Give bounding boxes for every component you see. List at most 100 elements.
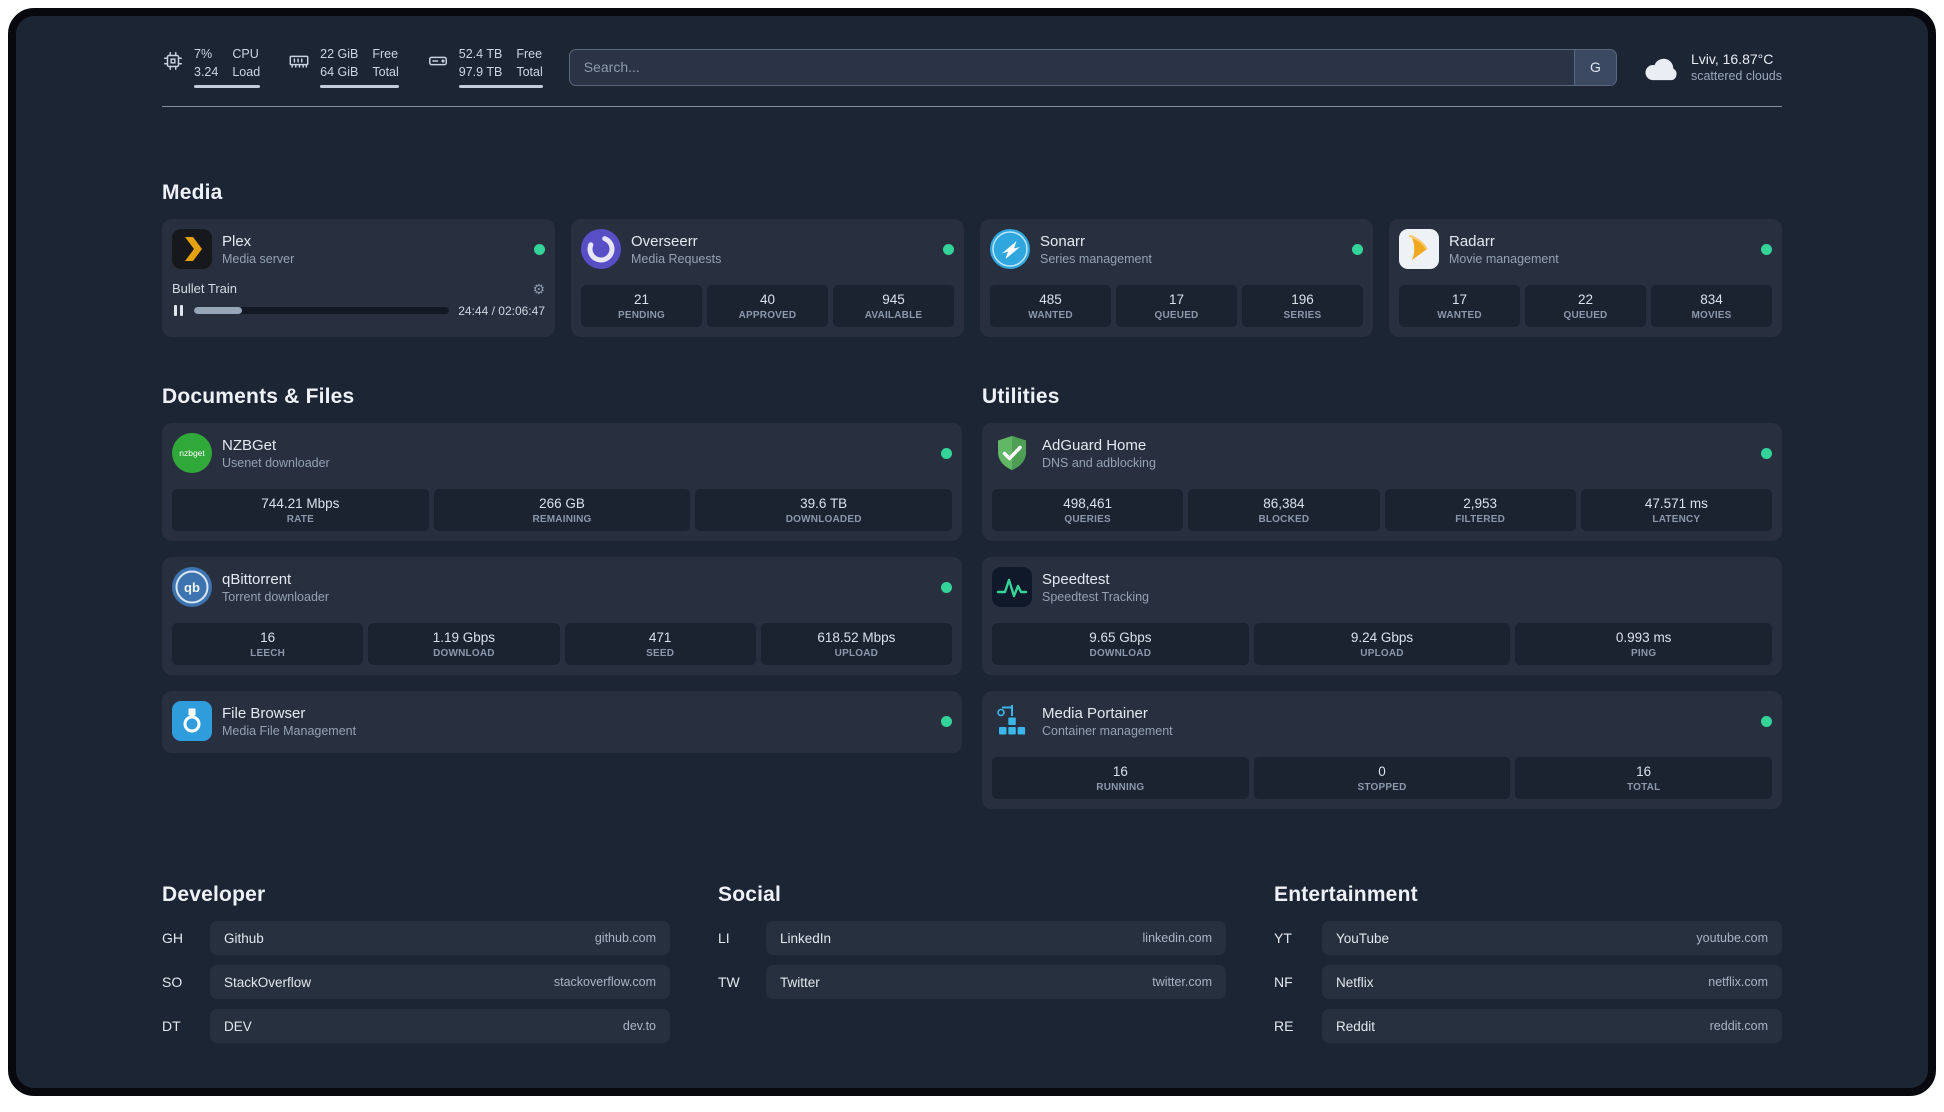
service-stats: 485 WANTED 17 QUEUED 196 SERIES: [990, 285, 1363, 327]
bookmark-name: YouTube: [1336, 930, 1390, 946]
stat-value: 16: [1636, 764, 1652, 779]
cpu-icon: [162, 50, 184, 72]
bookmark-dev[interactable]: DEV dev.to: [210, 1009, 670, 1043]
bookmark-url: netflix.com: [1708, 975, 1768, 989]
service-card-speedtest[interactable]: Speedtest Speedtest Tracking 9.65 Gbps D…: [982, 557, 1782, 675]
stat-tile: 16 LEECH: [172, 623, 364, 665]
plex-now-playing: Bullet Train ⚙ 24:44 / 02:06:47: [172, 281, 545, 318]
topbar: 7% 3.24 CPU Load 22 GiB 64 GiB Free Tota…: [162, 46, 1782, 88]
stat-label: STOPPED: [1357, 782, 1407, 793]
stat-value: 17: [1168, 292, 1185, 307]
bookmark-reddit[interactable]: Reddit reddit.com: [1322, 1009, 1782, 1043]
bookmark-abbr: YT: [1274, 930, 1292, 946]
bookmark-row: RE Reddit reddit.com: [1274, 1009, 1782, 1043]
service-card-adguard[interactable]: AdGuard Home DNS and adblocking 498,461 …: [982, 423, 1782, 541]
status-dot: [1761, 447, 1772, 459]
pause-icon[interactable]: [172, 303, 185, 318]
bookmark-url: linkedin.com: [1142, 931, 1212, 945]
bookmark-group-developer: Developer GH Github github.com SO StackO…: [162, 883, 670, 1043]
bookmark-twitter[interactable]: Twitter twitter.com: [766, 965, 1226, 999]
search-provider-button[interactable]: G: [1573, 49, 1616, 85]
service-card-nzbget[interactable]: nzbget NZBGet Usenet downloader 744.21 M…: [162, 423, 962, 541]
service-subtitle: DNS and adblocking: [1042, 455, 1156, 470]
service-card-filebrowser[interactable]: File Browser Media File Management: [162, 691, 962, 753]
bookmark-row: LI LinkedIn linkedin.com: [718, 921, 1226, 955]
plex-icon: [172, 229, 212, 269]
service-card-qbittorrent[interactable]: qb qBittorrent Torrent downloader 16 LEE…: [162, 557, 962, 675]
stat-value: 17: [1451, 292, 1468, 307]
section-utilities: Utilities AdGuard Home DNS and adblockin…: [982, 385, 1782, 809]
memory-progress-bar: [320, 85, 399, 88]
stat-tile: 39.6 TB DOWNLOADED: [695, 489, 953, 531]
bookmark-name: StackOverflow: [224, 974, 312, 990]
stat-label: RATE: [286, 514, 314, 525]
stat-label: LEECH: [250, 648, 286, 659]
status-dot: [1352, 243, 1363, 255]
stat-value: 618.52 Mbps: [817, 630, 896, 645]
search-input[interactable]: [569, 49, 1574, 85]
stat-label: PING: [1631, 648, 1657, 659]
bookmark-netflix[interactable]: Netflix netflix.com: [1322, 965, 1782, 999]
bookmark-linkedin[interactable]: LinkedIn linkedin.com: [766, 921, 1226, 955]
stat-label: RUNNING: [1096, 782, 1145, 793]
stat-label: WANTED: [1437, 310, 1482, 321]
stat-label: DOWNLOAD: [433, 648, 495, 659]
bookmark-abbr: RE: [1274, 1018, 1294, 1034]
stat-label: BLOCKED: [1258, 514, 1310, 525]
bookmark-github[interactable]: Github github.com: [210, 921, 670, 955]
service-name: qBittorrent: [222, 570, 292, 588]
svg-text:qb: qb: [184, 580, 200, 595]
gear-icon[interactable]: ⚙: [532, 282, 545, 296]
playback-time: 24:44 / 02:06:47: [458, 303, 545, 318]
service-stats: 16 RUNNING 0 STOPPED 16 TOTAL: [992, 757, 1773, 799]
cpu-widget: 7% 3.24 CPU Load: [162, 46, 261, 88]
stat-value: 47.571 ms: [1644, 496, 1708, 511]
weather-location: Lviv, 16.87°C: [1690, 51, 1774, 67]
stat-tile: 17 WANTED: [1399, 285, 1520, 327]
stat-value: 266 GB: [539, 496, 585, 511]
service-subtitle: Media server: [222, 251, 295, 266]
bookmark-name: Github: [224, 930, 264, 946]
stat-value: 744.21 Mbps: [261, 496, 340, 511]
service-stats: 498,461 QUERIES 86,384 BLOCKED 2,953 FIL…: [992, 489, 1772, 531]
service-card-portainer[interactable]: Media Portainer Container management 16 …: [982, 691, 1782, 809]
stat-value: 9.65 Gbps: [1089, 630, 1152, 645]
stat-value: 39.6 TB: [800, 496, 848, 511]
bookmark-stackoverflow[interactable]: StackOverflow stackoverflow.com: [210, 965, 670, 999]
service-name: Sonarr: [1040, 232, 1086, 250]
stat-value: 2,953: [1463, 496, 1498, 511]
service-card-sonarr[interactable]: Sonarr Series management 485 WANTED 17 Q…: [980, 219, 1373, 337]
service-name: Speedtest: [1042, 570, 1110, 588]
memory-readout: 22 GiB 64 GiB Free Total: [320, 46, 399, 88]
disk-widget: 52.4 TB 97.9 TB Free Total: [427, 46, 543, 88]
bookmark-abbr: GH: [162, 930, 183, 946]
bookmark-row: NF Netflix netflix.com: [1274, 965, 1782, 999]
stat-value: 21: [633, 292, 650, 307]
sonarr-icon: [990, 229, 1030, 269]
stat-label: UPLOAD: [1360, 648, 1404, 659]
status-dot: [534, 243, 545, 255]
service-subtitle: Torrent downloader: [222, 589, 330, 604]
service-card-radarr[interactable]: Radarr Movie management 17 WANTED 22 QUE…: [1389, 219, 1782, 337]
bookmark-group-entertainment: Entertainment YT YouTube youtube.com NF …: [1274, 883, 1782, 1043]
service-card-plex[interactable]: Plex Media server Bullet Train ⚙ 24:44 /…: [162, 219, 555, 337]
bookmark-name: Netflix: [1336, 974, 1374, 990]
stat-tile: 17 QUEUED: [1116, 285, 1237, 327]
stat-tile: 744.21 Mbps RATE: [172, 489, 429, 531]
nzbget-icon: nzbget: [172, 433, 212, 473]
stat-label: LATENCY: [1652, 514, 1701, 525]
stat-tile: 945 AVAILABLE: [833, 285, 954, 327]
status-dot: [941, 581, 952, 593]
service-stats: 17 WANTED 22 QUEUED 834 MOVIES: [1399, 285, 1772, 327]
bookmark-youtube[interactable]: YouTube youtube.com: [1322, 921, 1782, 955]
disk-total: 97.9 TB: [458, 64, 503, 79]
stat-value: 16: [260, 630, 276, 645]
section-title-utilities: Utilities: [982, 385, 1060, 408]
bookmark-row: YT YouTube youtube.com: [1274, 921, 1782, 955]
service-card-overseerr[interactable]: Overseerr Media Requests 21 PENDING 40 A…: [571, 219, 964, 337]
service-subtitle: Series management: [1040, 251, 1152, 266]
stat-tile: 471 SEED: [564, 623, 756, 665]
cpu-readout: 7% 3.24 CPU Load: [194, 46, 261, 88]
bookmark-abbr: LI: [718, 930, 730, 946]
disk-readout: 52.4 TB 97.9 TB Free Total: [458, 46, 543, 88]
